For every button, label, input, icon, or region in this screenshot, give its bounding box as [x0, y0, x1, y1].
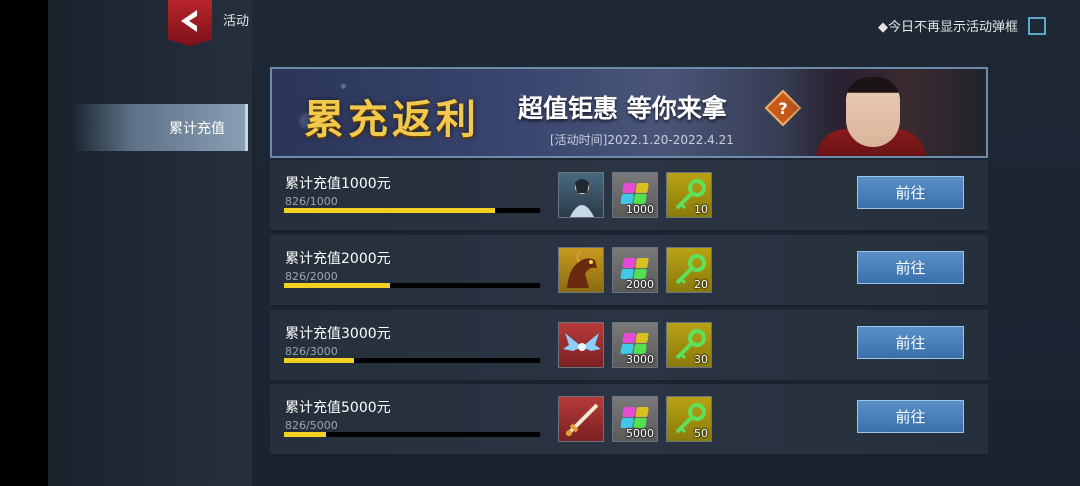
key-icon[interactable]: 20 [666, 247, 712, 293]
sidebar-item-cumulative-recharge[interactable]: 累计充值 [72, 104, 248, 151]
row-title: 累计充值5000元 [285, 400, 391, 416]
banner-main-title: 累充返利 [304, 96, 480, 143]
back-arrow-icon [181, 10, 197, 32]
character-icon[interactable] [558, 172, 604, 218]
reward-row-3: 累计充值3000元 826/3000 3000 30 前往 [270, 310, 988, 382]
progress-bar [284, 432, 540, 437]
progress-bar [284, 208, 540, 213]
progress-fill [284, 208, 496, 213]
banner-hero-image [786, 69, 986, 156]
no-show-checkbox[interactable] [1028, 16, 1046, 35]
reward-count: 3000 [626, 353, 654, 366]
sidebar [48, 0, 252, 486]
row-progress-text: 826/3000 [285, 345, 338, 358]
back-button[interactable] [168, 0, 212, 46]
reward-row-2: 累计充值2000元 826/2000 2000 20 前往 [270, 235, 988, 307]
progress-fill [284, 358, 355, 363]
reward-count: 30 [694, 353, 708, 366]
reward-row-1: 累计充值1000元 826/1000 1000 10 前往 [270, 160, 988, 232]
key-icon[interactable]: 30 [666, 322, 712, 368]
progress-fill [284, 432, 327, 437]
sidebar-item-label: 累计充值 [169, 120, 225, 137]
reward-count: 50 [694, 427, 708, 440]
row-progress-text: 826/5000 [285, 419, 338, 432]
wings-icon[interactable] [558, 322, 604, 368]
row-progress-text: 826/2000 [285, 270, 338, 283]
page-title: 活动 [223, 14, 250, 29]
no-show-label: ◆今日不再显示活动弹框 [878, 20, 1018, 35]
go-button[interactable]: 前往 [857, 251, 964, 284]
weapon-icon[interactable] [558, 396, 604, 442]
banner-event-dates: [活动时间]2022.1.20-2022.4.21 [550, 133, 734, 147]
gem-pack-icon[interactable]: 1000 [612, 172, 658, 218]
go-button[interactable]: 前往 [857, 326, 964, 359]
go-button[interactable]: 前往 [857, 176, 964, 209]
key-icon[interactable]: 50 [666, 396, 712, 442]
reward-count: 5000 [626, 427, 654, 440]
row-title: 累计充值1000元 [285, 176, 391, 192]
reward-count: 1000 [626, 203, 654, 216]
go-button[interactable]: 前往 [857, 400, 964, 433]
row-title: 累计充值2000元 [285, 251, 391, 267]
reward-row-4: 累计充值5000元 826/5000 5000 50 前往 [270, 384, 988, 456]
no-show-today-toggle[interactable]: ◆今日不再显示活动弹框 [878, 16, 1046, 35]
banner-subtitle: 超值钜惠 等你来拿 [518, 94, 727, 123]
progress-bar [284, 358, 540, 363]
gem-pack-icon[interactable]: 5000 [612, 396, 658, 442]
gem-pack-icon[interactable]: 2000 [612, 247, 658, 293]
event-banner: 累充返利 超值钜惠 等你来拿 [活动时间]2022.1.20-2022.4.21… [270, 67, 988, 158]
left-edge-strip [0, 0, 48, 486]
gem-pack-icon[interactable]: 3000 [612, 322, 658, 368]
progress-bar [284, 283, 540, 288]
row-progress-text: 826/1000 [285, 195, 338, 208]
mount-icon[interactable] [558, 247, 604, 293]
reward-count: 10 [694, 203, 708, 216]
hero-face [846, 77, 900, 147]
reward-count: 20 [694, 278, 708, 291]
key-icon[interactable]: 10 [666, 172, 712, 218]
reward-count: 2000 [626, 278, 654, 291]
progress-fill [284, 283, 390, 288]
row-title: 累计充值3000元 [285, 326, 391, 342]
